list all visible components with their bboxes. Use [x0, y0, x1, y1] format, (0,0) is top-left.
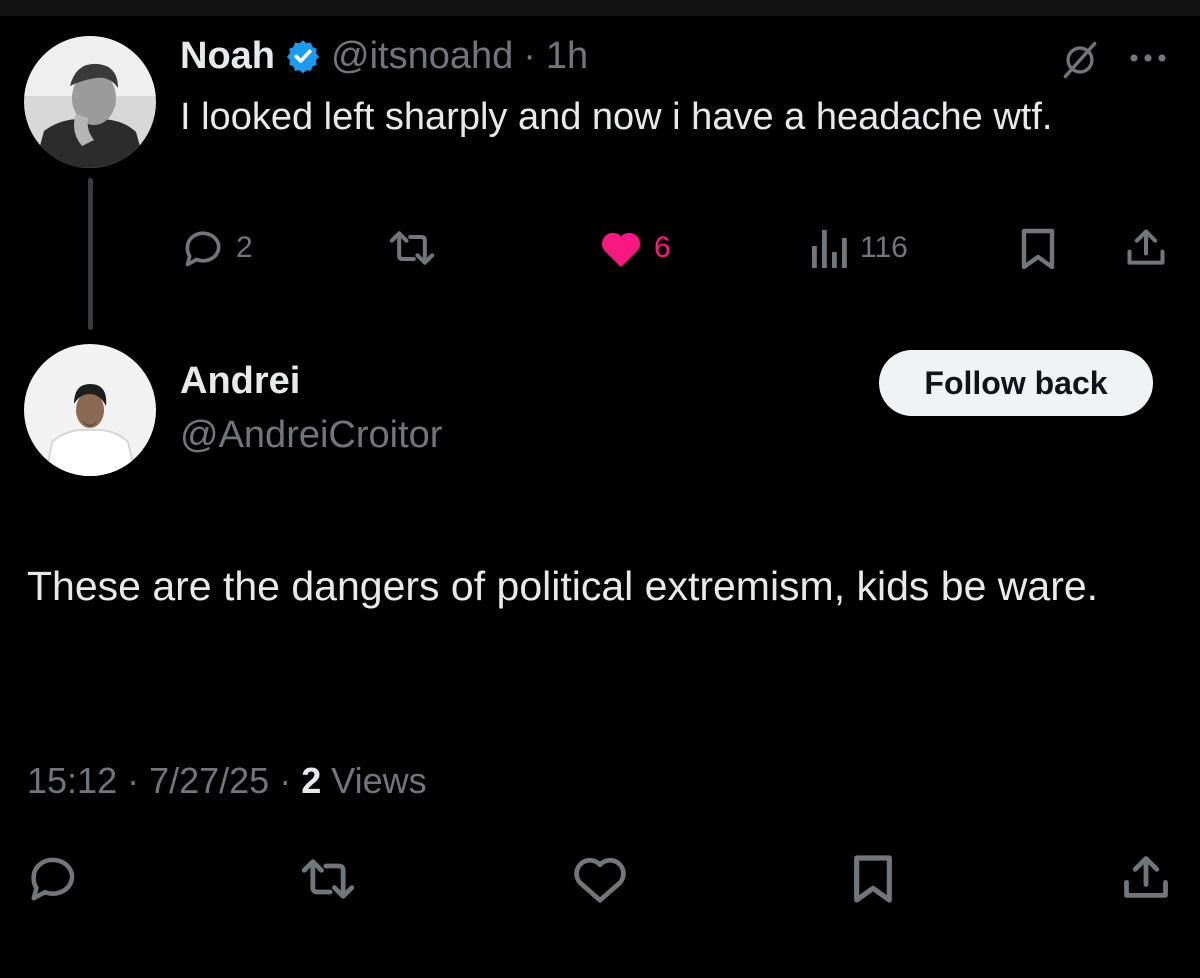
thread-connector — [88, 178, 93, 330]
retweet-icon — [386, 226, 438, 270]
post-time: 15:12 — [27, 760, 118, 801]
bookmark-icon[interactable] — [848, 852, 898, 906]
views-number: 2 — [301, 760, 322, 801]
heart-filled-icon — [598, 226, 644, 270]
like-action[interactable]: 6 — [598, 226, 671, 270]
more-icon[interactable] — [1124, 38, 1172, 78]
andrei-avatar[interactable] — [24, 344, 156, 476]
noah-avatar[interactable] — [24, 36, 156, 168]
views-label: Views — [331, 760, 427, 801]
reply-icon — [182, 226, 226, 270]
share-icon[interactable] — [1118, 850, 1174, 906]
retweet-action[interactable] — [386, 226, 438, 270]
reply-author-handle[interactable]: @AndreiCroitor — [180, 414, 442, 457]
verified-badge-icon — [285, 38, 321, 74]
status-strip — [0, 0, 1200, 16]
author-handle[interactable]: @itsnoahd — [331, 35, 513, 78]
meta-separator: · — [127, 760, 140, 801]
post-date: 7/27/25 — [149, 760, 270, 801]
reply-tweet-text: These are the dangers of political extre… — [27, 563, 1099, 609]
reply-count: 2 — [236, 231, 253, 264]
views-action[interactable]: 116 — [810, 226, 908, 270]
parent-header: Noah @itsnoahd · 1h — [180, 33, 588, 79]
reply-author-name[interactable]: Andrei — [180, 360, 300, 403]
bookmark-icon[interactable] — [1016, 226, 1060, 272]
post-time[interactable]: 1h — [546, 35, 588, 78]
dot-separator: · — [523, 34, 536, 77]
like-count: 6 — [654, 231, 671, 264]
post-meta: 15:12 · 7/27/25 · 2 Views — [27, 760, 427, 802]
meta-separator: · — [279, 760, 292, 801]
author-name[interactable]: Noah — [180, 35, 275, 78]
share-icon[interactable] — [1122, 224, 1170, 272]
heart-outline-icon[interactable] — [570, 852, 630, 906]
parent-tweet-text: I looked left sharply and now i have a h… — [180, 96, 1053, 138]
reply-icon[interactable] — [26, 850, 82, 906]
views-stat[interactable]: 2 Views — [301, 760, 426, 802]
follow-back-button[interactable]: Follow back — [879, 350, 1153, 416]
views-count: 116 — [860, 231, 908, 264]
retweet-icon[interactable] — [296, 852, 360, 906]
reply-action[interactable]: 2 — [182, 226, 253, 270]
views-icon — [810, 226, 850, 270]
grok-icon[interactable] — [1056, 36, 1104, 84]
